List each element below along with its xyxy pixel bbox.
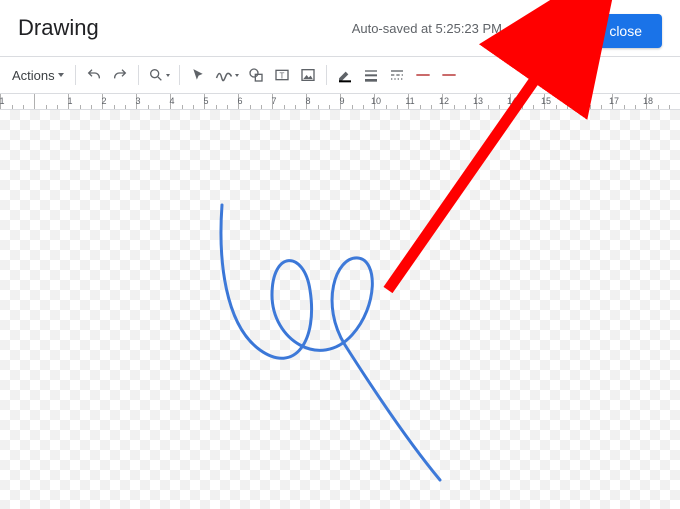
ruler-number: 9 xyxy=(337,96,347,106)
ruler-segment: 4 xyxy=(170,94,204,110)
ruler-segment: 12 xyxy=(442,94,476,110)
zoom-icon xyxy=(148,67,164,83)
ruler-segment: 14 xyxy=(510,94,544,110)
ruler-number: 11 xyxy=(405,96,415,106)
chevron-down-icon xyxy=(58,73,64,77)
ruler-segment xyxy=(34,94,68,110)
ruler-number: 2 xyxy=(99,96,109,106)
pencil-icon xyxy=(337,67,353,83)
ruler-number: 8 xyxy=(303,96,313,106)
ruler-segment: 13 xyxy=(476,94,510,110)
ruler-number: 18 xyxy=(643,96,653,106)
save-and-close-button[interactable]: Save and close xyxy=(526,14,662,48)
svg-text:T: T xyxy=(279,71,284,80)
ruler-number: 1 xyxy=(0,96,7,106)
ruler-segment: 16 xyxy=(578,94,612,110)
border-dash-button[interactable] xyxy=(384,62,410,88)
textbox-tool-button[interactable]: T xyxy=(269,62,295,88)
ruler-segment: 1 xyxy=(0,94,34,110)
ruler-number: 12 xyxy=(439,96,449,106)
undo-button[interactable] xyxy=(81,62,107,88)
ruler-segment: 8 xyxy=(306,94,340,110)
ruler-segment: 9 xyxy=(340,94,374,110)
ruler-segment: 7 xyxy=(272,94,306,110)
ruler-number: 15 xyxy=(541,96,551,106)
line-end-icon xyxy=(441,70,457,80)
dialog-title: Drawing xyxy=(18,15,99,41)
ruler-segment: 3 xyxy=(136,94,170,110)
line-weight-icon xyxy=(363,67,379,83)
image-icon xyxy=(300,67,316,83)
ruler-number: 5 xyxy=(201,96,211,106)
ruler-number: 1 xyxy=(65,96,75,106)
chevron-down-icon xyxy=(166,74,170,77)
ruler-segment: 11 xyxy=(408,94,442,110)
ruler-segment: 2 xyxy=(102,94,136,110)
redo-button[interactable] xyxy=(107,62,133,88)
ruler-segment: 15 xyxy=(544,94,578,110)
line-start-button[interactable] xyxy=(410,62,436,88)
ruler-number: 7 xyxy=(269,96,279,106)
shape-tool-button[interactable] xyxy=(243,62,269,88)
textbox-icon: T xyxy=(274,67,290,83)
toolbar: Actions T xyxy=(0,56,680,94)
horizontal-ruler: 1123456789101112131415161718 xyxy=(0,94,680,110)
actions-label: Actions xyxy=(12,68,55,83)
shape-icon xyxy=(248,67,264,83)
ruler-segment: 1 xyxy=(68,94,102,110)
undo-icon xyxy=(86,67,102,83)
cursor-icon xyxy=(191,68,205,82)
image-tool-button[interactable] xyxy=(295,62,321,88)
actions-menu-button[interactable]: Actions xyxy=(6,62,70,88)
ruler-segment: 10 xyxy=(374,94,408,110)
ruler-segment: 5 xyxy=(204,94,238,110)
drawing-canvas[interactable] xyxy=(0,110,680,509)
line-start-icon xyxy=(415,70,431,80)
border-color-button[interactable] xyxy=(332,62,358,88)
ruler-number: 4 xyxy=(167,96,177,106)
ruler-number: 17 xyxy=(609,96,619,106)
ruler-number: 6 xyxy=(235,96,245,106)
redo-icon xyxy=(112,67,128,83)
scribble-icon xyxy=(215,68,233,82)
ruler-number: 13 xyxy=(473,96,483,106)
scribble-tool-button[interactable] xyxy=(211,62,243,88)
zoom-button[interactable] xyxy=(144,62,174,88)
ruler-segment: 18 xyxy=(646,94,680,110)
ruler-number: 3 xyxy=(133,96,143,106)
chevron-down-icon xyxy=(235,74,239,77)
ruler-number: 10 xyxy=(371,96,381,106)
line-dash-icon xyxy=(389,67,405,83)
border-weight-button[interactable] xyxy=(358,62,384,88)
select-tool-button[interactable] xyxy=(185,62,211,88)
ruler-number: 14 xyxy=(507,96,517,106)
line-end-button[interactable] xyxy=(436,62,462,88)
freehand-scribble xyxy=(0,110,680,509)
ruler-segment: 17 xyxy=(612,94,646,110)
ruler-number: 16 xyxy=(575,96,585,106)
ruler-segment: 6 xyxy=(238,94,272,110)
